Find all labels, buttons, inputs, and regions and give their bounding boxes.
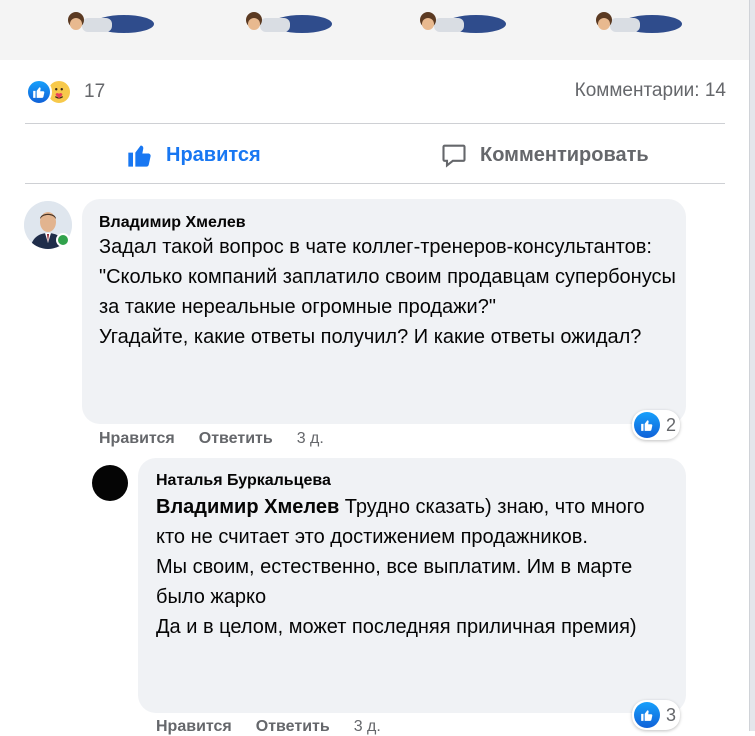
comment-actions: Нравится Ответить 3 д.: [99, 430, 324, 448]
reactions-summary[interactable]: 17: [26, 78, 105, 106]
like-button-label: Нравится: [166, 143, 261, 166]
comment-button-label: Комментировать: [480, 143, 649, 166]
comment-text: Владимир Хмелев Трудно сказать) знаю, чт…: [156, 492, 671, 642]
comment-author[interactable]: Наталья Буркальцева: [156, 472, 331, 490]
scrollbar[interactable]: [749, 0, 755, 731]
like-icon: [634, 702, 660, 728]
comment-timestamp[interactable]: 3 д.: [297, 430, 324, 448]
sleeping-figure-image: [68, 12, 154, 33]
comment-actions: Нравится Ответить 3 д.: [156, 718, 381, 736]
comment-text: Задал такой вопрос в чате коллег-тренеро…: [99, 236, 676, 348]
comment-reactions[interactable]: 3: [632, 700, 681, 730]
like-icon: [634, 412, 660, 438]
comment-reply-link[interactable]: Ответить: [199, 430, 273, 448]
comment-button[interactable]: Комментировать: [440, 130, 649, 180]
divider: [25, 183, 725, 184]
comment-like-link[interactable]: Нравится: [99, 430, 175, 448]
comments-count-link[interactable]: Комментарии: 14: [575, 80, 726, 102]
comment-reaction-count: 2: [666, 414, 677, 435]
comment-timestamp[interactable]: 3 д.: [354, 718, 381, 736]
online-status-indicator: [56, 233, 70, 247]
comment-icon: [442, 144, 466, 168]
reply-bubble: Наталья Буркальцева Владимир Хмелев Труд…: [138, 458, 686, 713]
divider: [25, 123, 725, 124]
thumbs-up-icon: [128, 145, 151, 167]
post-image[interactable]: [0, 0, 749, 60]
comment-reactions[interactable]: 2: [632, 410, 681, 440]
sleeping-figure-image: [596, 12, 682, 33]
sleeping-figure-image: [246, 12, 332, 33]
like-icon: [26, 79, 52, 105]
comment-bubble: Владимир Хмелев Задал такой вопрос в чат…: [82, 199, 686, 424]
comment-reaction-count: 3: [666, 704, 677, 725]
comment-reply-link[interactable]: Ответить: [256, 718, 330, 736]
comment-author[interactable]: Владимир Хмелев: [99, 214, 246, 232]
mention-link[interactable]: Владимир Хмелев: [156, 496, 339, 518]
comment-like-link[interactable]: Нравится: [156, 718, 232, 736]
reactions-count: 17: [84, 81, 106, 102]
avatar[interactable]: [92, 465, 128, 501]
sleeping-figure-image: [420, 12, 506, 33]
like-button[interactable]: Нравится: [126, 130, 261, 180]
